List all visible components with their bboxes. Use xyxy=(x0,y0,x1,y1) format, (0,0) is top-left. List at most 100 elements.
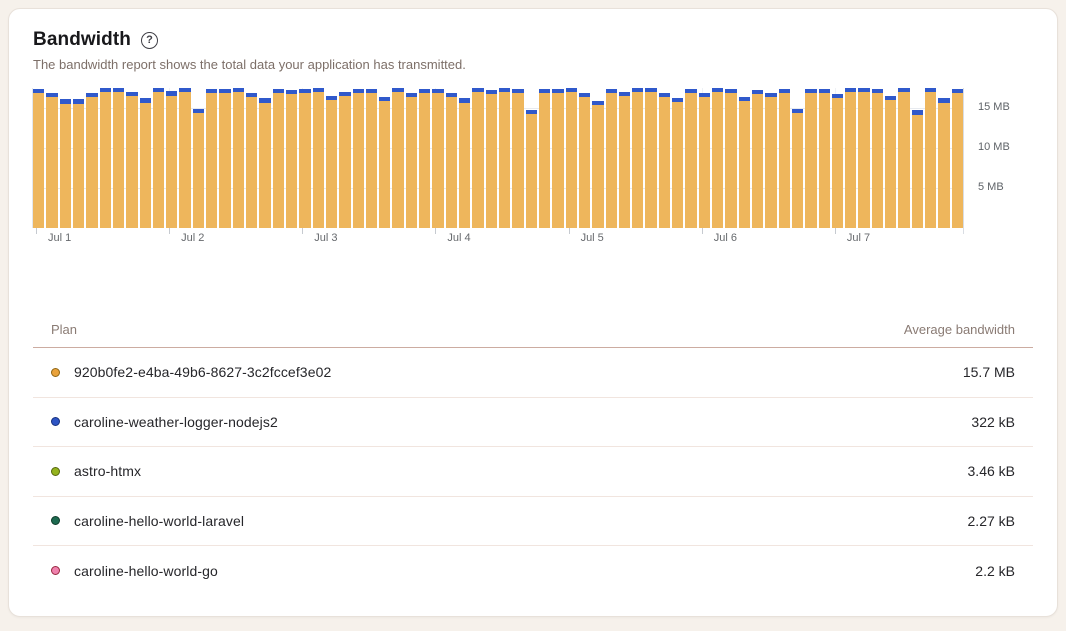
chart-bar[interactable] xyxy=(765,93,776,228)
chart-bar[interactable] xyxy=(206,89,217,228)
chart-bar[interactable] xyxy=(126,92,137,228)
chart-bar[interactable] xyxy=(286,90,297,228)
chart-bar[interactable] xyxy=(339,92,350,228)
chart-bar[interactable] xyxy=(326,96,337,228)
chart-bar[interactable] xyxy=(685,89,696,228)
chart-bar[interactable] xyxy=(432,89,443,228)
chart-bar[interactable] xyxy=(46,93,57,228)
chart-bar[interactable] xyxy=(832,94,843,228)
bar-segment-base xyxy=(206,93,217,228)
chart-bar[interactable] xyxy=(153,88,164,228)
plan-average-bandwidth: 322 kB xyxy=(971,414,1015,430)
chart-bar[interactable] xyxy=(86,93,97,228)
bar-segment-base xyxy=(952,93,963,228)
chart-bar[interactable] xyxy=(259,98,270,228)
bar-segment-base xyxy=(805,93,816,228)
chart-bar[interactable] xyxy=(898,88,909,228)
chart-bar[interactable] xyxy=(486,90,497,228)
chart-bar[interactable] xyxy=(446,93,457,228)
chart-bar[interactable] xyxy=(392,88,403,228)
chart-bar[interactable] xyxy=(872,89,883,228)
chart-bar[interactable] xyxy=(845,88,856,228)
chart-bar[interactable] xyxy=(725,89,736,228)
chart-bar[interactable] xyxy=(299,89,310,228)
chart-bar[interactable] xyxy=(606,89,617,228)
x-axis-tick xyxy=(835,228,836,234)
x-axis-tick xyxy=(569,228,570,234)
bar-segment-base xyxy=(73,104,84,229)
chart-bar[interactable] xyxy=(366,89,377,228)
chart-bar[interactable] xyxy=(792,109,803,228)
chart-bar[interactable] xyxy=(166,91,177,228)
chart-bar[interactable] xyxy=(353,89,364,228)
chart-bar[interactable] xyxy=(858,88,869,228)
chart-bar[interactable] xyxy=(60,99,71,228)
help-icon[interactable]: ? xyxy=(141,32,158,49)
chart-bar[interactable] xyxy=(100,88,111,228)
chart-bar[interactable] xyxy=(406,93,417,228)
chart-plot-area xyxy=(32,88,964,228)
chart-bar[interactable] xyxy=(699,93,710,228)
chart-bar[interactable] xyxy=(819,89,830,228)
bar-segment-base xyxy=(645,92,656,228)
chart-bar[interactable] xyxy=(193,109,204,228)
table-header-row: Plan Average bandwidth xyxy=(33,312,1033,348)
chart-bar[interactable] xyxy=(885,96,896,228)
chart-bar[interactable] xyxy=(592,101,603,228)
bar-segment-base xyxy=(219,93,230,228)
chart-bar[interactable] xyxy=(179,88,190,228)
bar-segment-base xyxy=(819,93,830,228)
chart-bar[interactable] xyxy=(419,89,430,228)
bar-segment-base xyxy=(499,92,510,228)
plan-average-bandwidth: 2.27 kB xyxy=(968,513,1015,529)
chart-bar[interactable] xyxy=(233,88,244,228)
chart-bar[interactable] xyxy=(925,88,936,228)
chart-bar[interactable] xyxy=(273,89,284,228)
bar-segment-base xyxy=(925,92,936,228)
chart-bar[interactable] xyxy=(113,88,124,228)
chart-bar[interactable] xyxy=(552,89,563,228)
chart-bar[interactable] xyxy=(712,88,723,228)
plan-average-bandwidth: 15.7 MB xyxy=(963,364,1015,380)
bar-segment-base xyxy=(752,94,763,228)
chart-bar[interactable] xyxy=(912,110,923,228)
chart-bar[interactable] xyxy=(246,93,257,228)
chart-bar[interactable] xyxy=(73,99,84,228)
bar-segment-base xyxy=(406,97,417,228)
chart-bar[interactable] xyxy=(539,89,550,228)
bar-segment-base xyxy=(126,96,137,228)
chart-bar[interactable] xyxy=(499,88,510,228)
bar-segment-base xyxy=(699,97,710,228)
chart-bar[interactable] xyxy=(952,89,963,228)
chart-bar[interactable] xyxy=(472,88,483,228)
chart-bar[interactable] xyxy=(566,88,577,228)
chart-bar[interactable] xyxy=(779,89,790,228)
table-row: caroline-hello-world-go 2.2 kB xyxy=(33,546,1033,596)
chart-bar[interactable] xyxy=(526,110,537,228)
chart-bar[interactable] xyxy=(938,98,949,228)
bandwidth-report-card: Bandwidth ? The bandwidth report shows t… xyxy=(8,8,1058,617)
chart-bar[interactable] xyxy=(632,88,643,228)
chart-bar[interactable] xyxy=(672,98,683,228)
chart-bar[interactable] xyxy=(512,89,523,228)
chart-bar[interactable] xyxy=(659,93,670,228)
bar-segment-base xyxy=(845,92,856,228)
bar-segment-base xyxy=(486,94,497,228)
chart-bar[interactable] xyxy=(739,97,750,228)
chart-bar[interactable] xyxy=(313,88,324,228)
chart-bar[interactable] xyxy=(140,98,151,228)
bar-segment-base xyxy=(46,97,57,228)
chart-bar[interactable] xyxy=(459,98,470,228)
page: { "header": { "title": "Bandwidth", "sub… xyxy=(0,0,1066,631)
chart-bar[interactable] xyxy=(579,93,590,228)
chart-bar[interactable] xyxy=(219,89,230,228)
chart-bar[interactable] xyxy=(805,89,816,228)
chart-bar[interactable] xyxy=(619,92,630,228)
chart-bar[interactable] xyxy=(752,90,763,228)
y-axis-label: 15 MB xyxy=(978,101,1010,113)
chart-bar[interactable] xyxy=(33,89,44,228)
chart-bar[interactable] xyxy=(645,88,656,228)
bar-segment-base xyxy=(339,96,350,228)
bar-segment-base xyxy=(366,93,377,228)
chart-bar[interactable] xyxy=(379,97,390,228)
